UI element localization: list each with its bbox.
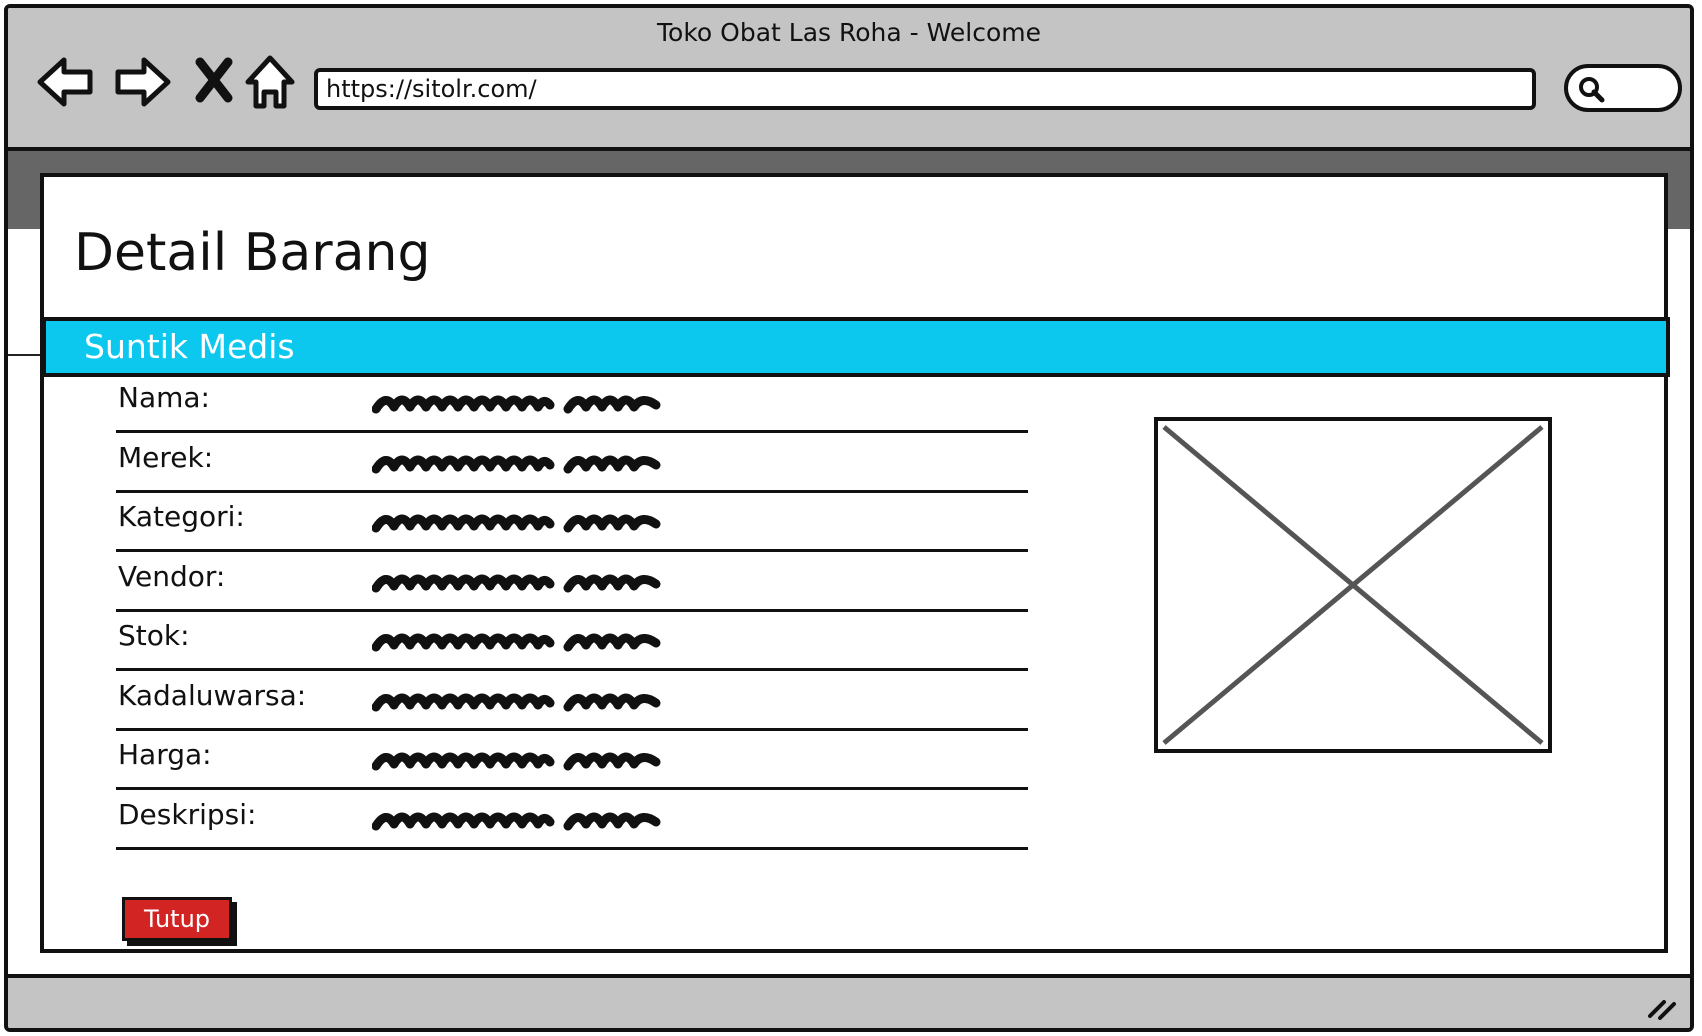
redacted-value: [372, 812, 661, 830]
modal-title: Detail Barang: [74, 223, 431, 283]
redacted-value: [372, 395, 661, 414]
detail-label: Stok:: [118, 619, 190, 652]
forward-arrow-icon[interactable]: [108, 52, 172, 112]
home-icon[interactable]: [240, 52, 304, 112]
detail-row: Deskripsi:: [116, 792, 1028, 850]
image-placeholder-icon: [1162, 425, 1544, 745]
redacted-value: [372, 574, 661, 592]
url-bar[interactable]: https://sitolr.com/: [314, 68, 1536, 110]
detail-label: Harga:: [118, 738, 212, 771]
browser-window: Toko Obat Las Roha - Welcome https://sit…: [4, 4, 1694, 1032]
redacted-value: [372, 693, 661, 711]
status-bar: [8, 974, 1690, 1028]
detail-row: Nama:: [116, 375, 1028, 433]
redacted-value: [372, 633, 661, 652]
browser-chrome: Toko Obat Las Roha - Welcome https://sit…: [8, 8, 1690, 151]
detail-row: Kadaluwarsa:: [116, 673, 1028, 731]
detail-row: Stok:: [116, 613, 1028, 671]
detail-label: Kadaluwarsa:: [118, 678, 307, 712]
detail-row: Vendor:: [116, 554, 1028, 612]
close-button[interactable]: Tutup: [122, 897, 232, 941]
detail-label: Vendor:: [118, 559, 226, 593]
item-name-header: Suntik Medis: [84, 327, 295, 366]
window-title: Toko Obat Las Roha - Welcome: [657, 18, 1041, 47]
detail-modal: Detail Barang Suntik Medis Nama: Merek: Ka…: [40, 173, 1670, 953]
modal-header: Suntik Medis: [42, 317, 1670, 377]
redacted-value: [372, 514, 661, 533]
detail-label: Deskripsi:: [118, 797, 257, 831]
back-arrow-icon[interactable]: [36, 52, 100, 112]
detail-row: Kategori:: [116, 494, 1028, 552]
detail-row: Merek:: [116, 435, 1028, 493]
resize-grip-icon[interactable]: [1644, 992, 1680, 1022]
detail-label: Kategori:: [118, 500, 245, 533]
image-placeholder: [1154, 417, 1552, 753]
detail-row: Harga:: [116, 732, 1028, 790]
search-box[interactable]: [1564, 64, 1682, 112]
redacted-value: [372, 455, 661, 473]
detail-label: Merek:: [118, 440, 214, 474]
detail-label: Nama:: [118, 381, 210, 414]
search-icon: [1579, 77, 1605, 103]
redacted-value: [372, 752, 661, 771]
